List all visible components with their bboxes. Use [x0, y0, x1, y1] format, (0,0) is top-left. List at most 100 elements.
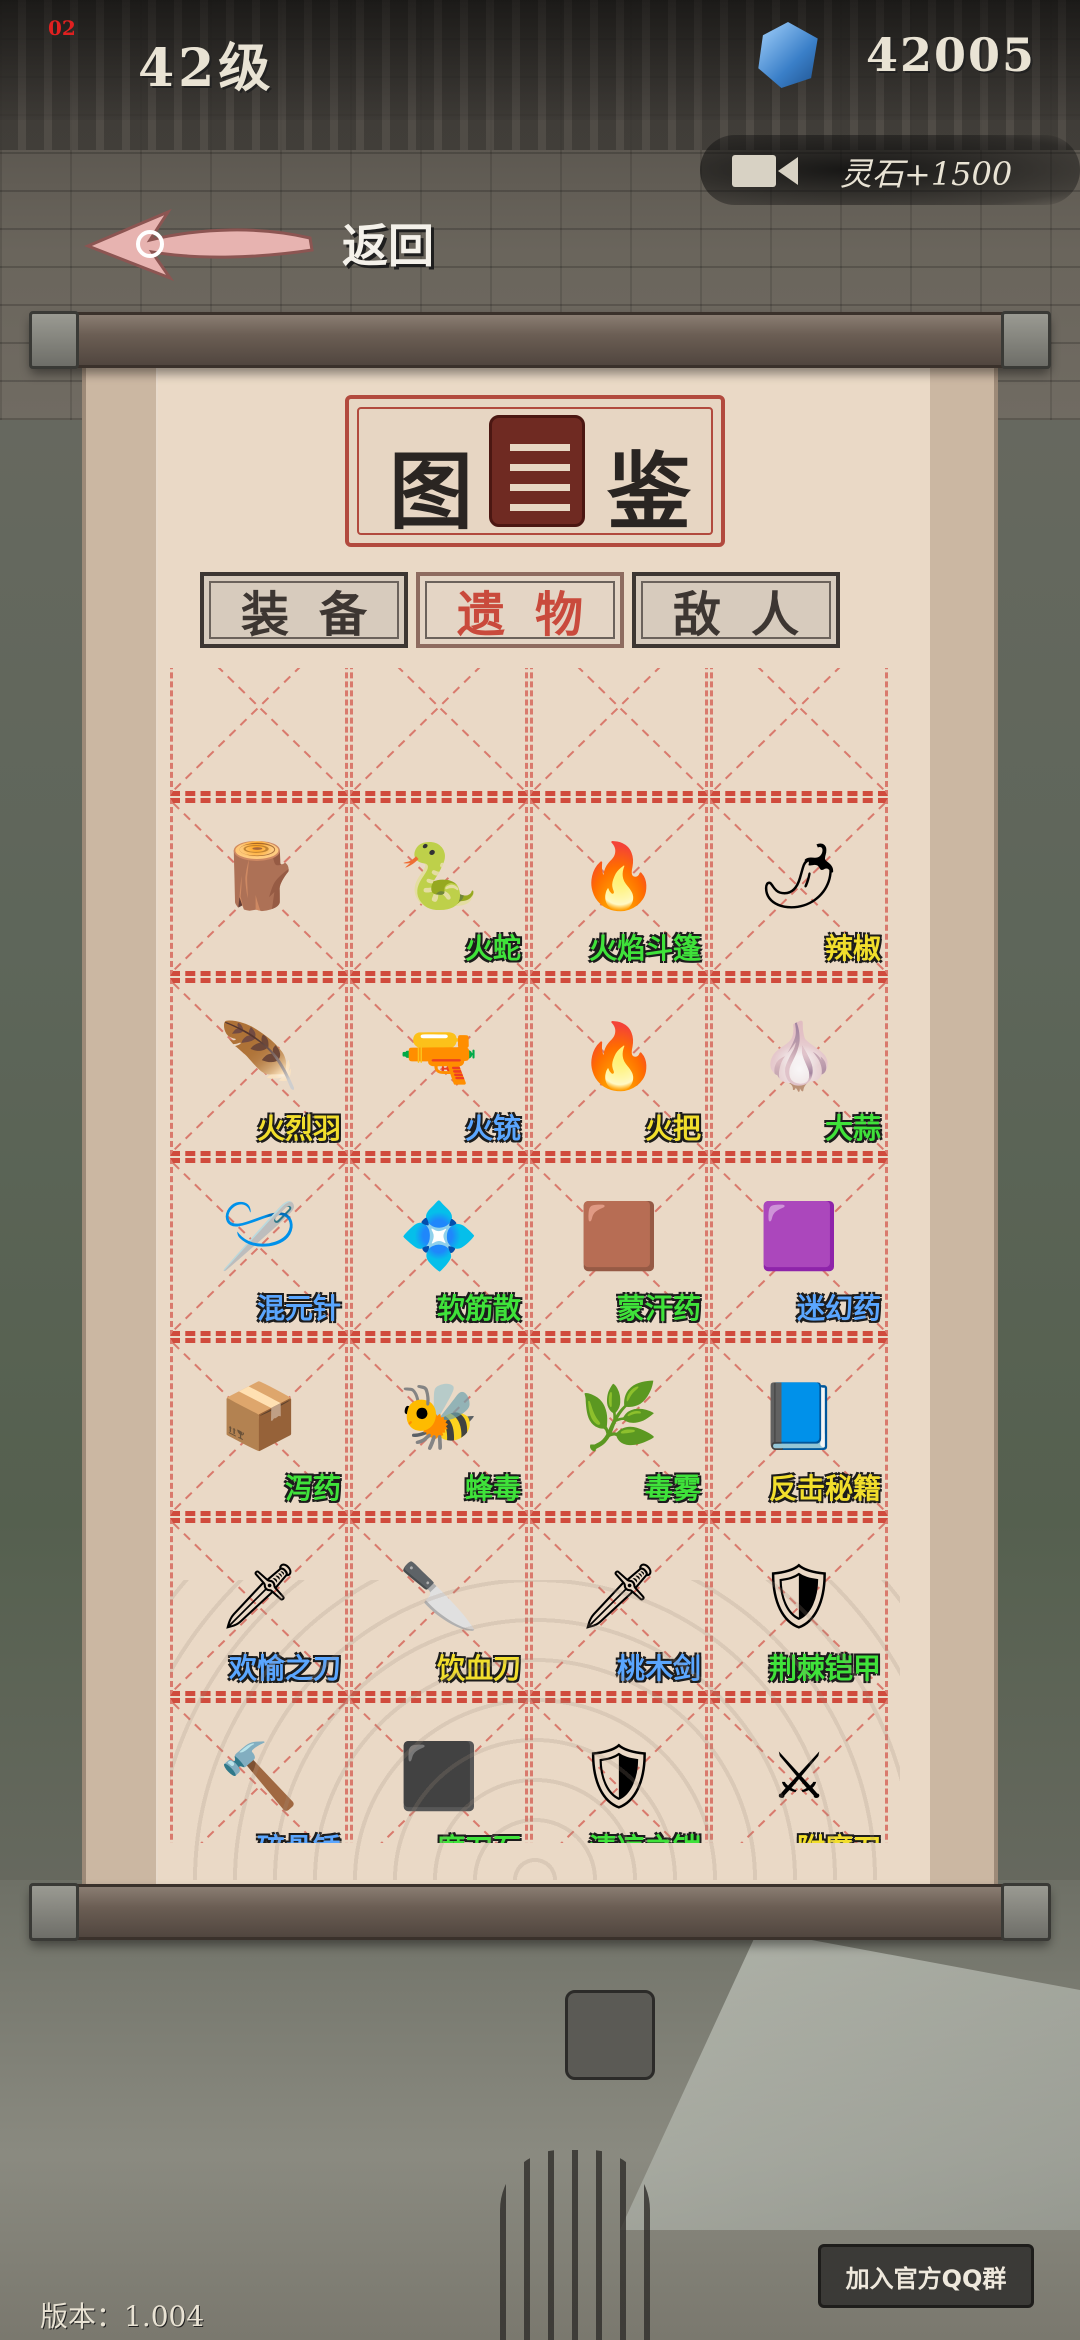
relic-name: 混元针: [256, 1292, 341, 1325]
relic-grid: 🪵 🐍 火蛇 🔥 火焰斗篷 🌶 辣椒 🪶 火烈羽 🔫 火铳 🔥 火把 🧄 大蒜 🪡 混元针 💠 软筋散 🟫 蒙汗药 🟪 迷幻…: [170, 668, 900, 1843]
relic-name: 附魔刀: [797, 1827, 881, 1843]
cool-armor-icon: 🛡: [578, 1739, 660, 1814]
relic-name: 磨刀石: [437, 1827, 521, 1843]
spirit-stone-icon: [758, 22, 818, 88]
relic-cell[interactable]: [350, 668, 528, 796]
relic-cell[interactable]: 🔥 火焰斗篷: [530, 798, 708, 976]
player-level: 42级: [138, 38, 275, 99]
relic-name: 毒雾: [644, 1472, 701, 1505]
relic-name: 迷幻药: [796, 1292, 881, 1325]
rod-cap-right: [1001, 1883, 1051, 1941]
needle-icon: 🪡: [219, 1199, 299, 1274]
tab-enemies[interactable]: 敌人: [632, 572, 840, 648]
drug-packet-icon: 🟫: [579, 1199, 659, 1274]
rod-cap-left: [29, 1883, 79, 1941]
relic-cell[interactable]: 🟪 迷幻药: [710, 1158, 888, 1336]
relic-cell[interactable]: 🟫 蒙汗药: [530, 1158, 708, 1336]
blood-blade-icon: 🔪: [399, 1559, 479, 1634]
bee-venom-icon: 🐝: [399, 1379, 479, 1454]
relic-name: 火蛇: [464, 932, 521, 965]
codex-title: 图 鉴: [345, 395, 725, 547]
title-char-right: 鉴: [607, 442, 692, 541]
club-icon: 🪵: [219, 839, 299, 914]
relic-name: 蒙汗药: [616, 1292, 701, 1325]
rod-cap-right: [1001, 311, 1051, 369]
poison-fog-icon: 🌿: [579, 1379, 659, 1454]
relic-name: 反击秘籍: [768, 1472, 881, 1505]
relic-name: 荆棘铠甲: [768, 1652, 881, 1685]
relic-name: 泻药: [284, 1472, 341, 1505]
spirit-stone-count: 42005: [866, 28, 1037, 82]
watch-ad-reward-button[interactable]: 灵石+1500: [700, 135, 1080, 205]
tab-relics[interactable]: 遗物: [416, 572, 624, 648]
relic-cell[interactable]: [530, 668, 708, 796]
relic-cell[interactable]: 🧄 大蒜: [710, 978, 888, 1156]
chili-pepper-icon: 🌶: [758, 839, 840, 914]
peach-wood-sword-icon: 🗡: [578, 1559, 660, 1634]
rod-cap-left: [29, 311, 79, 369]
garlic-icon: 🧄: [759, 1019, 839, 1094]
laxative-icon: 📦: [219, 1379, 299, 1454]
musket-icon: 🔫: [399, 1019, 479, 1094]
cell-cross-lines: [713, 668, 885, 791]
relic-name: 碎骨锤: [257, 1827, 341, 1843]
relic-cell[interactable]: 🐝 蜂毒: [350, 1338, 528, 1516]
relic-cell[interactable]: 📘 反击秘籍: [710, 1338, 888, 1516]
secret-book-icon: 📘: [759, 1379, 839, 1454]
top-hud: 02 42级 42005: [0, 0, 1080, 120]
cell-cross-lines: [173, 668, 345, 791]
back-button[interactable]: 返回: [80, 190, 460, 300]
relic-cell[interactable]: 🛡 清凉之铠: [530, 1698, 708, 1843]
relic-cell[interactable]: 💠 软筋散: [350, 1158, 528, 1336]
relic-cell[interactable]: 🔥 火把: [530, 978, 708, 1156]
scroll-bottom-rod: [29, 1883, 1051, 1941]
relic-cell[interactable]: ⚔ 附魔刀: [710, 1698, 888, 1843]
relic-name: 蜂毒: [464, 1472, 521, 1505]
relic-cell[interactable]: 🪡 混元针: [170, 1158, 348, 1336]
relic-cell[interactable]: 🛡 荆棘铠甲: [710, 1518, 888, 1696]
relic-cell[interactable]: 📦 泻药: [170, 1338, 348, 1516]
relic-cell[interactable]: 🗡 欢愉之刀: [170, 1518, 348, 1696]
relic-cell[interactable]: [710, 668, 888, 796]
ad-reward-label: 灵石+1500: [840, 155, 1013, 193]
tab-equipment[interactable]: 装备: [200, 572, 408, 648]
joy-blade-icon: 🗡: [218, 1559, 300, 1634]
thorn-armor-icon: 🛡: [758, 1559, 840, 1634]
relic-cell[interactable]: 🌶 辣椒: [710, 798, 888, 976]
version-label: 版本：1.004: [40, 2300, 205, 2333]
powder-packet-icon: 💠: [399, 1199, 479, 1274]
relic-name: 软筋散: [436, 1292, 521, 1325]
join-qq-group-button[interactable]: 加入官方QQ群: [818, 2244, 1034, 2308]
background-barrel: [565, 1990, 655, 2080]
relic-name: 饮血刀: [436, 1652, 521, 1685]
relic-cell[interactable]: 🔪 饮血刀: [350, 1518, 528, 1696]
enchanted-blade-icon: ⚔: [770, 1739, 828, 1814]
background-cage: [500, 2150, 650, 2340]
relic-name: 火焰斗篷: [588, 932, 701, 965]
relic-grid-viewport[interactable]: 🪵 🐍 火蛇 🔥 火焰斗篷 🌶 辣椒 🪶 火烈羽 🔫 火铳 🔥 火把 🧄 大蒜 🪡 混元针 💠 软筋散 🟫 蒙汗药 🟪 迷幻…: [170, 668, 900, 1843]
hallucinogen-icon: 🟪: [759, 1199, 839, 1274]
bone-hammer-icon: 🔨: [219, 1739, 299, 1814]
relic-cell[interactable]: 🪶 火烈羽: [170, 978, 348, 1156]
relic-cell[interactable]: ⬛ 磨刀石: [350, 1698, 528, 1843]
scroll-top-rod: [29, 311, 1051, 369]
relic-cell[interactable]: 🗡 桃木剑: [530, 1518, 708, 1696]
book-icon: [489, 415, 585, 527]
relic-name: 火把: [644, 1112, 701, 1145]
codex-tabs: 装备 遗物 敌人: [200, 572, 850, 652]
relic-name: 大蒜: [824, 1112, 881, 1145]
back-arrow-icon: [84, 208, 314, 282]
relic-cell[interactable]: 🪵: [170, 798, 348, 976]
relic-name: 火烈羽: [256, 1112, 341, 1145]
relic-cell[interactable]: 🔫 火铳: [350, 978, 528, 1156]
relic-name: 桃木剑: [616, 1652, 701, 1685]
relic-cell[interactable]: [170, 668, 348, 796]
red-indicator: 02: [48, 16, 76, 40]
relic-cell[interactable]: 🌿 毒雾: [530, 1338, 708, 1516]
relic-cell[interactable]: 🐍 火蛇: [350, 798, 528, 976]
torch-icon: 🔥: [579, 1019, 659, 1094]
fire-snake-icon: 🐍: [399, 839, 479, 914]
relic-name: 欢愉之刀: [228, 1652, 341, 1685]
relic-cell[interactable]: 🔨 碎骨锤: [170, 1698, 348, 1843]
cell-cross-lines: [533, 668, 705, 791]
